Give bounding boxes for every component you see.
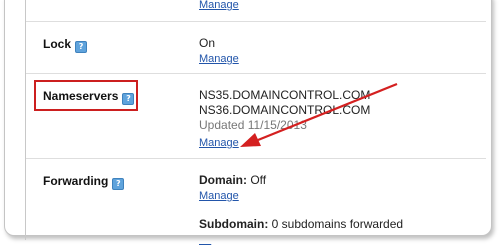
- arrow-head: [240, 133, 261, 147]
- annotation-arrow: [240, 82, 398, 147]
- arrow-shaft: [257, 82, 398, 142]
